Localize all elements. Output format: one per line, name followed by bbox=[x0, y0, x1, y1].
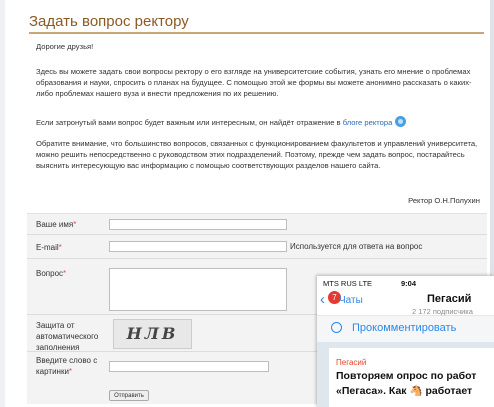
post-text: Повторяем опрос по работ «Пегаса». Как 🐴… bbox=[336, 369, 476, 399]
page-frame: Задать вопрос ректору Дорогие друзья! Зд… bbox=[0, 0, 494, 407]
email-input[interactable] bbox=[109, 241, 287, 252]
submit-button[interactable]: Отправить bbox=[109, 390, 149, 401]
comment-icon bbox=[331, 322, 342, 333]
captcha-image: НЛВ bbox=[113, 319, 192, 349]
name-input[interactable] bbox=[109, 219, 287, 230]
channel-post[interactable]: Пегасий Повторяем опрос по работ «Пегаса… bbox=[329, 348, 494, 407]
post-channel-name: Пегасий bbox=[336, 358, 367, 367]
email-label: E-mail* bbox=[36, 243, 62, 252]
carrier-text: MTS RUS LTE bbox=[323, 279, 373, 288]
name-label: Ваше имя* bbox=[36, 220, 77, 229]
back-button[interactable]: Чаты bbox=[339, 295, 363, 306]
comment-bar[interactable]: Прокомментировать bbox=[317, 316, 494, 343]
channel-name[interactable]: Пегасий bbox=[427, 293, 471, 305]
blog-paragraph: Если затронутый вами вопрос будет важным… bbox=[36, 116, 481, 128]
question-textarea[interactable] bbox=[109, 268, 287, 311]
title-divider bbox=[29, 32, 484, 34]
blog-rss-icon[interactable] bbox=[395, 116, 407, 127]
intro-text: Здесь вы можете задать свои вопросы рект… bbox=[36, 67, 472, 98]
form-row-email: E-mail* Используется для ответа на вопро… bbox=[27, 235, 487, 259]
blog-text: Если затронутый вами вопрос будет важным… bbox=[36, 118, 341, 127]
captcha-input-label: Введите слово с картинки* bbox=[36, 356, 98, 376]
page-title: Задать вопрос ректору bbox=[29, 13, 189, 30]
question-label: Вопрос* bbox=[36, 269, 67, 278]
email-hint: Используется для ответа на вопрос bbox=[290, 242, 423, 251]
left-edge bbox=[0, 0, 5, 407]
greeting-text: Дорогие друзья! bbox=[36, 42, 94, 51]
comment-button[interactable]: Прокомментировать bbox=[352, 322, 456, 334]
post-line-2: «Пегаса». Как 🐴 работает bbox=[336, 385, 473, 397]
telegram-nav-bar: ‹ 7 Чаты Пегасий 2 172 подписчика bbox=[317, 289, 494, 316]
captcha-input[interactable] bbox=[109, 361, 269, 372]
rector-signature: Ректор О.Н.Полухин bbox=[408, 196, 480, 205]
blog-link[interactable]: блоге ректора bbox=[343, 118, 393, 127]
channel-subscribers: 2 172 подписчика bbox=[412, 307, 473, 316]
notice-text: Обратите внимание, что большинство вопро… bbox=[36, 139, 478, 170]
back-chevron-icon[interactable]: ‹ bbox=[320, 292, 325, 307]
form-row-name: Ваше имя* bbox=[27, 214, 487, 235]
phone-status-bar: MTS RUS LTE 9:04 bbox=[317, 276, 494, 289]
captcha-label: Защита от автоматического заполнения bbox=[36, 321, 99, 352]
status-time: 9:04 bbox=[401, 279, 417, 288]
post-line-1: Повторяем опрос по работ bbox=[336, 370, 477, 382]
phone-screenshot-overlay: MTS RUS LTE 9:04 ‹ 7 Чаты Пегасий 2 172 … bbox=[317, 276, 494, 407]
